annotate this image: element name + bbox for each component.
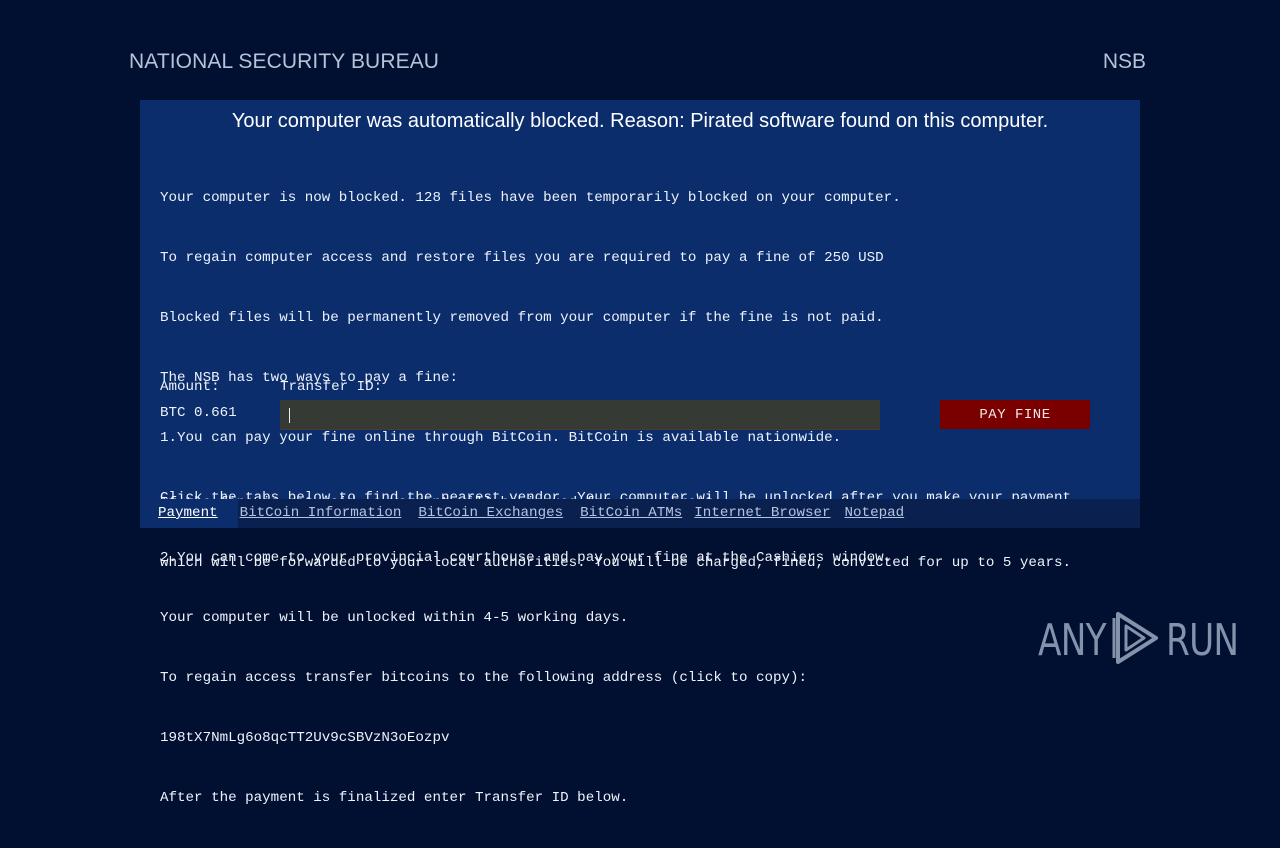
instruction-line: 1.You can pay your fine online through B… xyxy=(160,430,842,446)
amount-value: BTC 0.661 xyxy=(160,405,237,421)
text-caret xyxy=(289,408,290,423)
warning-line: which will be forwarded to your local au… xyxy=(160,555,1071,571)
agency-title: NATIONAL SECURITY BUREAU xyxy=(129,50,440,73)
transfer-id-input[interactable] xyxy=(280,400,880,430)
instruction-line: Your computer is now blocked. 128 files … xyxy=(160,190,901,206)
warning-text: If the fine is not paid, a warrant will … xyxy=(160,453,1071,613)
tab-internet-browser[interactable]: Internet Browser xyxy=(694,499,830,528)
tab-bar: Payment BitCoin Information BitCoin Exch… xyxy=(140,499,1140,528)
bitcoin-address[interactable]: 198tX7NmLg6o8qcTT2Uv9cSBVzN3oEozpv xyxy=(160,728,1080,748)
pay-fine-button[interactable]: PAY FINE xyxy=(940,400,1090,429)
watermark-text-left: ANY xyxy=(1038,615,1107,666)
instruction-line: After the payment is finalized enter Tra… xyxy=(160,790,629,806)
play-triangle-icon xyxy=(1112,608,1162,673)
watermark-text-right: RUN xyxy=(1166,615,1239,666)
tab-bitcoin-exchanges[interactable]: BitCoin Exchanges xyxy=(418,499,563,528)
instruction-line: Blocked files will be permanently remove… xyxy=(160,310,884,326)
ransom-panel: Your computer was automatically blocked.… xyxy=(140,100,1140,806)
tab-notepad[interactable]: Notepad xyxy=(845,499,905,528)
tab-bitcoin-atms[interactable]: BitCoin ATMs xyxy=(580,499,682,528)
transfer-id-label: Transfer ID: xyxy=(280,379,383,395)
amount-label: Amount: xyxy=(160,379,220,395)
tab-payment[interactable]: Payment xyxy=(140,499,238,528)
anyrun-watermark: ANY RUN xyxy=(1038,608,1256,673)
instruction-line: To regain computer access and restore fi… xyxy=(160,250,884,266)
tab-bitcoin-information[interactable]: BitCoin Information xyxy=(240,499,402,528)
block-headline: Your computer was automatically blocked.… xyxy=(231,110,1049,132)
instruction-line: To regain access transfer bitcoins to th… xyxy=(160,670,808,686)
agency-abbreviation: NSB xyxy=(1102,50,1146,73)
